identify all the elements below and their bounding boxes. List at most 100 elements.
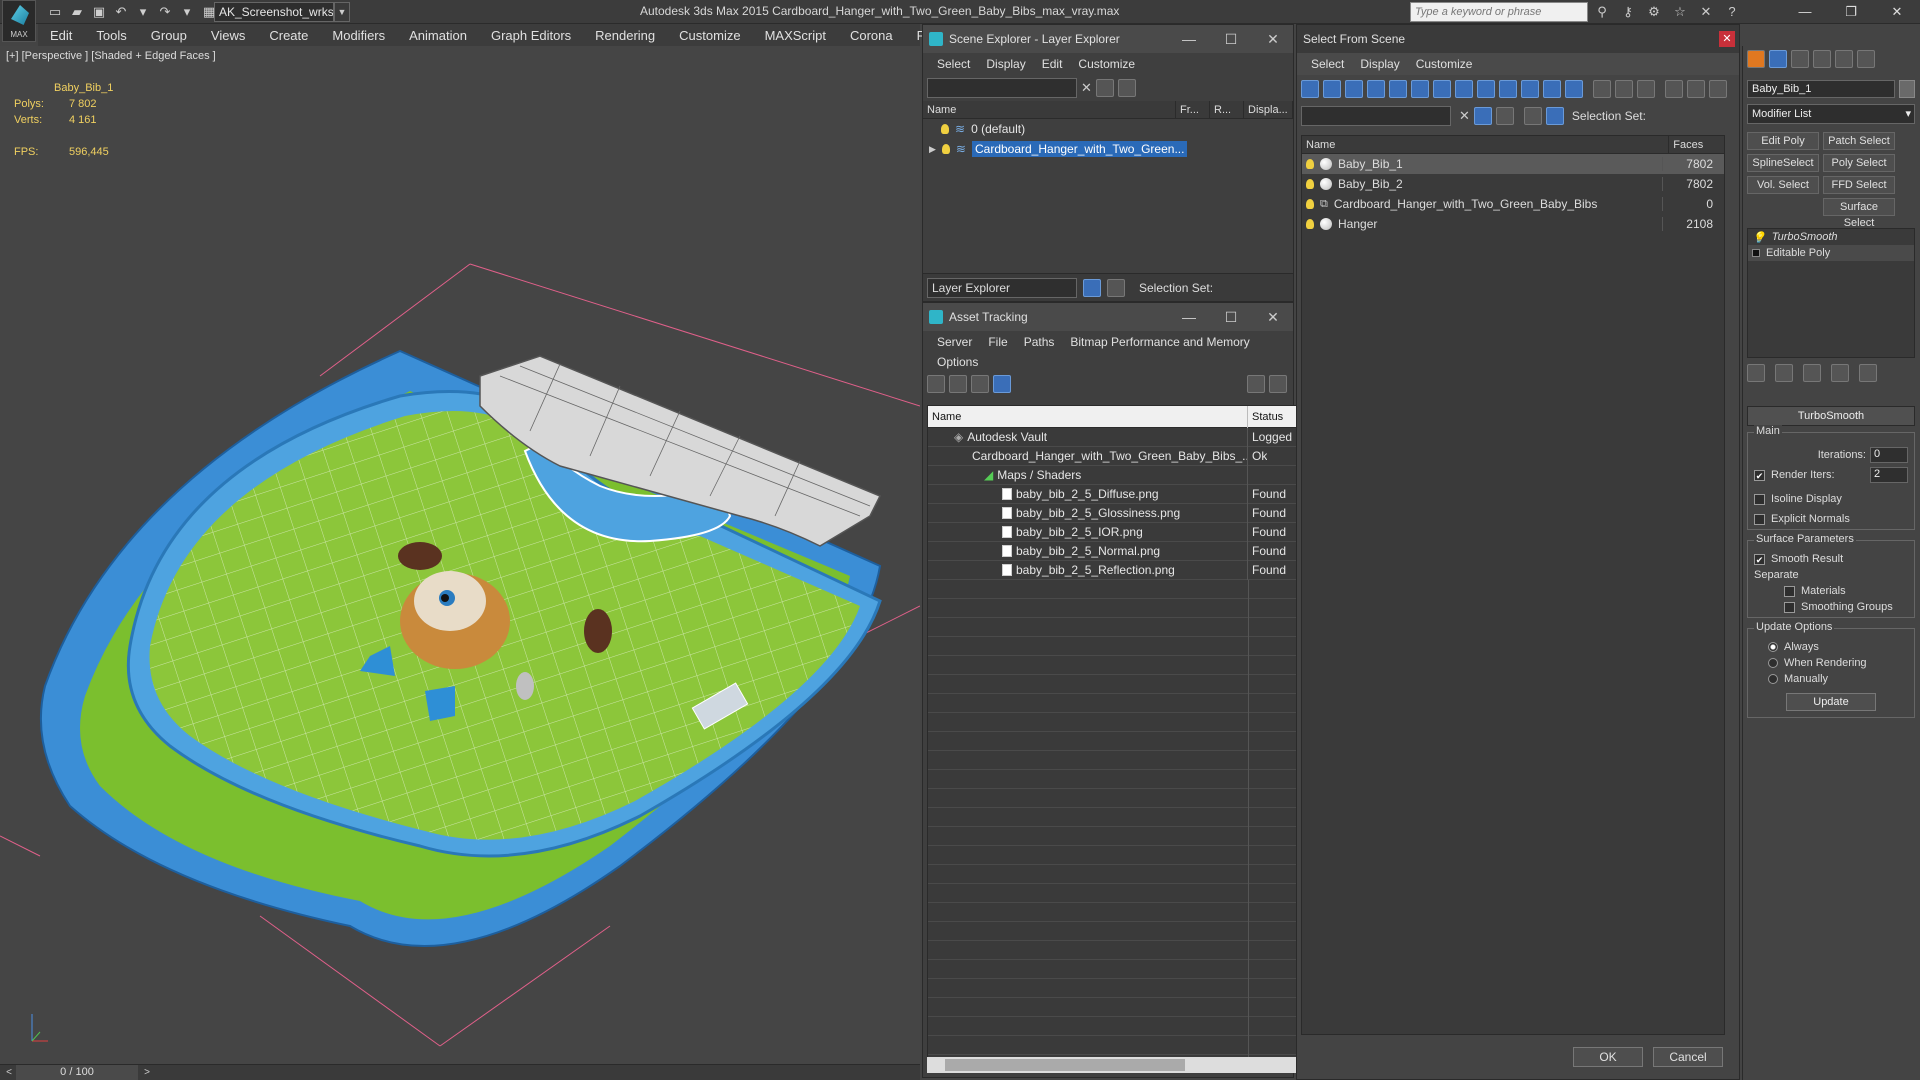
help-icon[interactable]: ? (1722, 2, 1742, 22)
spline-select-button[interactable]: SplineSelect (1747, 154, 1819, 172)
at-maximize-button[interactable]: ☐ (1211, 303, 1251, 331)
materials-checkbox[interactable] (1784, 585, 1795, 597)
visibility-icon[interactable] (1306, 159, 1314, 169)
menu-animation[interactable]: Animation (397, 28, 479, 43)
table-row[interactable]: baby_bib_2_5_Diffuse.png Found (928, 484, 1296, 504)
sfs-col-name[interactable]: Name (1302, 135, 1670, 154)
list-item[interactable]: Baby_Bib_1 7802 (1302, 154, 1724, 174)
visibility-icon[interactable] (1306, 199, 1314, 209)
lightbulb-icon[interactable]: 💡 (1752, 231, 1766, 244)
select-all-icon[interactable] (1593, 80, 1611, 98)
subscription-icon[interactable]: ⚙ (1644, 2, 1664, 22)
patch-select-button[interactable]: Patch Select (1823, 132, 1895, 150)
table-row[interactable]: baby_bib_2_5_IOR.png Found (928, 522, 1296, 542)
at-horizontal-scrollbar[interactable] (927, 1057, 1297, 1073)
refresh-icon[interactable] (927, 375, 945, 393)
filter-xrefs-icon[interactable] (1455, 80, 1473, 98)
time-slider[interactable]: < 0 / 100 > (0, 1064, 920, 1080)
sfs-col-faces[interactable]: Faces (1669, 136, 1724, 154)
workspace-select[interactable]: AK_Screenshot_wrksp (214, 2, 334, 22)
menu-corona[interactable]: Corona (838, 28, 905, 43)
menu-edit[interactable]: Edit (38, 28, 84, 43)
at-col-name[interactable]: Name (928, 406, 1248, 428)
filter-all-icon[interactable] (1565, 80, 1583, 98)
new-file-icon[interactable]: ▭ (46, 3, 64, 21)
sfs-layer-icon[interactable] (1495, 107, 1514, 125)
filter-bones-icon[interactable] (1477, 80, 1495, 98)
object-color-swatch[interactable] (1899, 80, 1915, 98)
sfs-menu-customize[interactable]: Customize (1408, 57, 1481, 71)
edit-poly-button[interactable]: Edit Poly (1747, 132, 1819, 150)
se-layer-row[interactable]: ▶ ≋ Cardboard_Hanger_with_Two_Green... (923, 139, 1293, 159)
at-menu-options[interactable]: Options (929, 355, 986, 369)
table-row[interactable]: baby_bib_2_5_Reflection.png Found (928, 560, 1296, 580)
object-name-field[interactable]: Baby_Bib_1 (1747, 80, 1895, 98)
pin-stack-icon[interactable] (1747, 364, 1765, 382)
menu-group[interactable]: Group (139, 28, 199, 43)
table-view-icon[interactable] (993, 375, 1011, 393)
list-item[interactable]: Hanger 2108 (1302, 214, 1724, 234)
at-scroll-thumb[interactable] (945, 1059, 1185, 1071)
display-tab-icon[interactable] (1835, 50, 1853, 68)
next-frame-button[interactable]: > (140, 1065, 154, 1080)
stack-item[interactable]: Editable Poly (1748, 245, 1914, 261)
table-row[interactable]: ◈ Autodesk Vault Logged (928, 427, 1296, 447)
se-search-input[interactable] (927, 78, 1077, 98)
frame-counter[interactable]: 0 / 100 (16, 1065, 138, 1080)
cancel-button[interactable]: Cancel (1653, 1047, 1723, 1067)
menu-rendering[interactable]: Rendering (583, 28, 667, 43)
sfs-titlebar[interactable]: Select From Scene ✕ (1297, 25, 1739, 53)
select-none-icon[interactable] (1615, 80, 1633, 98)
list-item[interactable]: Baby_Bib_2 7802 (1302, 174, 1724, 194)
redo-dropdown-icon[interactable]: ▾ (178, 3, 196, 21)
filter-hidden-icon[interactable] (1543, 80, 1561, 98)
visibility-icon[interactable] (1306, 179, 1314, 189)
at-menu-server[interactable]: Server (929, 335, 980, 349)
se-menu-edit[interactable]: Edit (1034, 57, 1071, 71)
table-row[interactable]: baby_bib_2_5_Normal.png Found (928, 541, 1296, 561)
asset-tracking-titlebar[interactable]: Asset Tracking — ☐ ✕ (923, 303, 1293, 331)
at-col-status[interactable]: Status (1248, 406, 1283, 428)
columns-icon[interactable] (1709, 80, 1727, 98)
se-col-render[interactable]: R... (1210, 100, 1244, 119)
keyword-search-input[interactable]: Type a keyword or phrase (1410, 2, 1588, 22)
se-menu-display[interactable]: Display (978, 57, 1033, 71)
exchange-icon[interactable]: ✕ (1696, 2, 1716, 22)
se-close-button[interactable]: ✕ (1253, 25, 1293, 53)
menu-views[interactable]: Views (199, 28, 257, 43)
undo-dropdown-icon[interactable]: ▾ (134, 3, 152, 21)
list-view-icon[interactable] (949, 375, 967, 393)
at-close-button[interactable]: ✕ (1253, 303, 1293, 331)
make-unique-icon[interactable] (1803, 364, 1821, 382)
se-menu-customize[interactable]: Customize (1070, 57, 1143, 71)
remove-modifier-icon[interactable] (1831, 364, 1849, 382)
smoothing-groups-checkbox[interactable] (1784, 601, 1795, 613)
restore-button[interactable]: ❐ (1828, 0, 1874, 24)
filter-funnel-icon[interactable] (1665, 80, 1683, 98)
show-end-result-icon[interactable] (1775, 364, 1793, 382)
hierarchy-toggle-icon[interactable] (1107, 278, 1125, 297)
update-button[interactable]: Update (1786, 693, 1876, 711)
filter-groups-icon[interactable] (1433, 80, 1451, 98)
sfs-clear-icon[interactable]: ✕ (1459, 108, 1470, 124)
at-menu-paths[interactable]: Paths (1016, 335, 1063, 349)
filter-options-icon[interactable] (1687, 80, 1705, 98)
se-col-display[interactable]: Displa... (1244, 100, 1293, 119)
app-logo[interactable]: MAX (2, 0, 36, 42)
create-tab-icon[interactable] (1747, 50, 1765, 68)
close-button[interactable]: ✕ (1874, 0, 1920, 24)
menu-modifiers[interactable]: Modifiers (320, 28, 397, 43)
poly-select-button[interactable]: Poly Select (1823, 154, 1895, 172)
menu-create[interactable]: Create (257, 28, 320, 43)
menu-graph-editors[interactable]: Graph Editors (479, 28, 583, 43)
sfs-menu-select[interactable]: Select (1303, 57, 1352, 71)
sfs-hierarchy-icon[interactable] (1545, 107, 1564, 125)
table-row[interactable]: Cardboard_Hanger_with_Two_Green_Baby_Bib… (928, 446, 1296, 466)
open-file-icon[interactable]: ▰ (68, 3, 86, 21)
explorer-type-dropdown[interactable]: Layer Explorer (927, 277, 1077, 298)
at-settings-icon[interactable] (1269, 375, 1287, 393)
menu-tools[interactable]: Tools (84, 28, 138, 43)
filter-cameras-icon[interactable] (1367, 80, 1385, 98)
se-col-frozen[interactable]: Fr... (1176, 100, 1210, 119)
at-minimize-button[interactable]: — (1169, 303, 1209, 331)
